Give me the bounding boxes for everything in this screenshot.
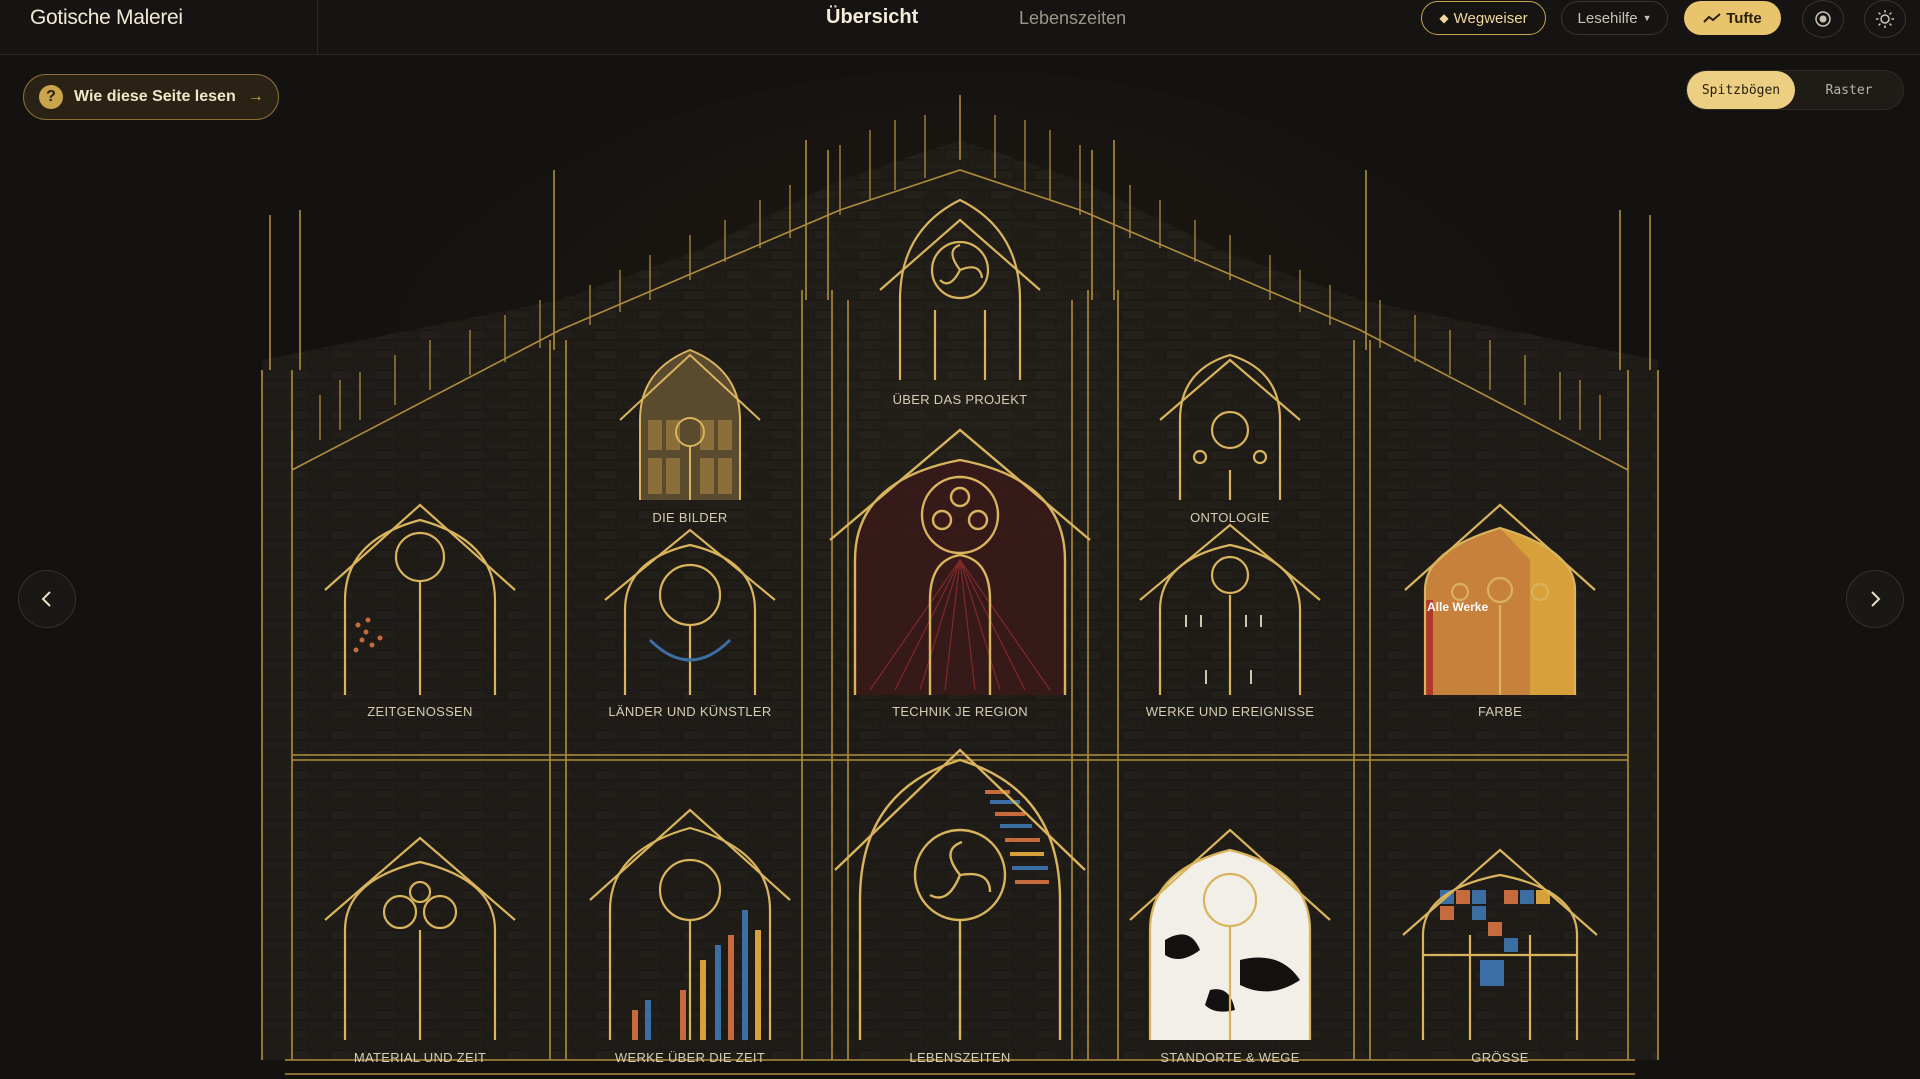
window-label-groesse[interactable]: GRÖSSE: [1390, 1050, 1610, 1065]
cathedral-facade: [261, 70, 1659, 1075]
window-label-zeitgenossen[interactable]: ZEITGENOSSEN: [310, 704, 530, 719]
window-label-werke-ueber-die-zeit[interactable]: WERKE ÜBER DIE ZEIT: [580, 1050, 800, 1065]
window-label-laender-und-kuenstler[interactable]: LÄNDER UND KÜNSTLER: [580, 704, 800, 719]
window-label-die-bilder[interactable]: DIE BILDER: [580, 510, 800, 525]
window-label-standorte-und-wege[interactable]: STANDORTE & WEGE: [1120, 1050, 1340, 1065]
previous-button[interactable]: [18, 570, 76, 628]
window-label-lebenszeiten[interactable]: LEBENSZEITEN: [850, 1050, 1070, 1065]
window-label-werke-und-ereignisse[interactable]: WERKE UND EREIGNISSE: [1120, 704, 1340, 719]
window-label-material-und-zeit[interactable]: MATERIAL UND ZEIT: [310, 1050, 530, 1065]
window-label-farbe[interactable]: FARBE: [1390, 704, 1610, 719]
next-button[interactable]: [1846, 570, 1904, 628]
chevron-left-icon: [41, 591, 51, 607]
chevron-right-icon: [1871, 591, 1881, 607]
window-label-technik-je-region[interactable]: TECHNIK JE REGION: [850, 704, 1070, 719]
farbe-inner-label: Alle Werke: [1427, 600, 1489, 614]
window-label-ueber-das-projekt[interactable]: ÜBER DAS PROJEKT: [850, 392, 1070, 407]
window-label-ontologie[interactable]: ONTOLOGIE: [1120, 510, 1340, 525]
